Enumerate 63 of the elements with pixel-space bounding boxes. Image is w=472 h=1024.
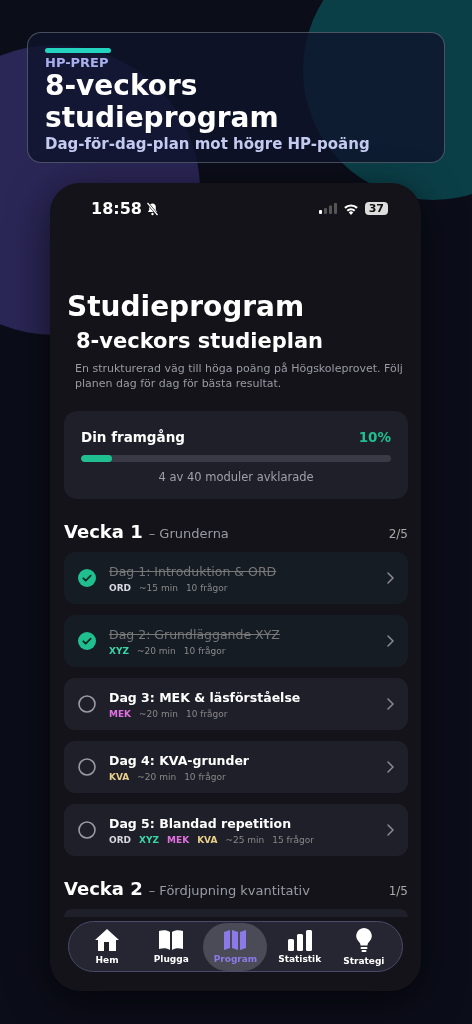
- day-title: Dag 1: Introduktion & ORD: [109, 563, 278, 580]
- duration-text: ~20 min: [137, 645, 176, 656]
- accent-bar: [45, 48, 111, 53]
- page-heading: 8-veckors studieplan: [76, 328, 325, 355]
- progress-label: Din framgång: [81, 429, 185, 445]
- question-count: 10 frågor: [184, 771, 226, 782]
- subject-tag: ORD: [109, 582, 132, 593]
- page-title: Studieprogram: [67, 289, 306, 325]
- progress-percent: 10%: [358, 429, 391, 445]
- question-count: 10 frågor: [185, 582, 228, 593]
- lightbulb-icon: [354, 927, 373, 953]
- day-card[interactable]: Dag 1: Introduktion & ORD ORD ~15 min 10 frågor: [64, 552, 408, 604]
- bar-chart-icon: [286, 929, 313, 951]
- status-time: 18:58: [91, 199, 142, 218]
- chevron-right-icon: [387, 824, 394, 836]
- battery-indicator: 37: [364, 202, 388, 215]
- chevron-right-icon: [387, 572, 394, 584]
- day-card[interactable]: Dag 2: Grundläggande XYZ XYZ ~20 min 10 frågor: [64, 615, 408, 667]
- week-title: Vecka 1: [64, 521, 143, 542]
- day-title: Dag 2: Grundläggande XYZ: [109, 626, 281, 643]
- subject-tag: MEK: [109, 708, 132, 719]
- tab-button[interactable]: Strategi: [331, 922, 396, 971]
- chevron-right-icon: [387, 761, 394, 773]
- day-card[interactable]: Dag 3: MEK & läsförståelse MEK ~20 min 10 frågor: [64, 678, 408, 730]
- subject-tag: XYZ: [109, 645, 129, 656]
- tab-button[interactable]: Hem: [75, 922, 140, 971]
- chevron-right-icon: [387, 635, 394, 647]
- subject-tag: MEK: [167, 834, 190, 845]
- signal-icon: [318, 203, 337, 214]
- week-count: 1/5: [388, 884, 408, 898]
- house-icon: [94, 928, 121, 952]
- duration-text: ~20 min: [137, 771, 177, 782]
- question-count: 10 frågor: [183, 645, 226, 656]
- question-count: 10 frågor: [185, 708, 228, 719]
- duration-text: ~15 min: [139, 582, 178, 593]
- book-icon: [158, 929, 185, 951]
- eyebrow-label: HP-PREP: [45, 56, 110, 70]
- subject-tag: ORD: [109, 834, 132, 845]
- banner-subtitle: Dag-för-dag-plan mot högre HP-poäng: [45, 134, 371, 154]
- subject-tag: KVA: [197, 834, 218, 845]
- tab-button[interactable]: Plugga: [139, 922, 204, 971]
- duration-text: ~25 min: [225, 834, 265, 845]
- page-description: En strukturerad väg till höga poäng på Högskoleprovet. Följ planen dag för dag för bästa resultat.: [75, 361, 404, 391]
- tab-button[interactable]: Statistik: [267, 922, 332, 971]
- question-count: 15 frågor: [272, 834, 314, 845]
- week-subtitle: – Grunderna: [148, 526, 229, 541]
- duration-text: ~20 min: [139, 708, 178, 719]
- progress-summary: 4 av 40 moduler avklarade: [157, 470, 315, 484]
- banner-title: 8-veckors studieprogram: [45, 70, 280, 134]
- day-title: Dag 5: Blandad repetition: [109, 815, 293, 832]
- subject-tag: KVA: [109, 771, 130, 782]
- day-card[interactable]: Dag 5: Blandad repetition ORD XYZ MEK KVA ~25 min 15 frågor: [64, 804, 408, 856]
- subject-tag: XYZ: [139, 834, 160, 845]
- week-subtitle: – Fördjupning kvantitativ: [148, 883, 310, 898]
- day-card[interactable]: Dag 4: KVA-grunder KVA ~20 min 10 frågor: [64, 741, 408, 793]
- week-count: 2/5: [388, 527, 408, 541]
- map-icon: [223, 929, 248, 951]
- day-title: Dag 4: KVA-grunder: [109, 752, 251, 769]
- week-title: Vecka 2: [64, 878, 143, 899]
- wifi-icon: [342, 202, 359, 215]
- muted-bell-icon: [145, 201, 159, 216]
- chevron-right-icon: [387, 698, 394, 710]
- day-title: Dag 3: MEK & läsförståelse: [109, 689, 302, 706]
